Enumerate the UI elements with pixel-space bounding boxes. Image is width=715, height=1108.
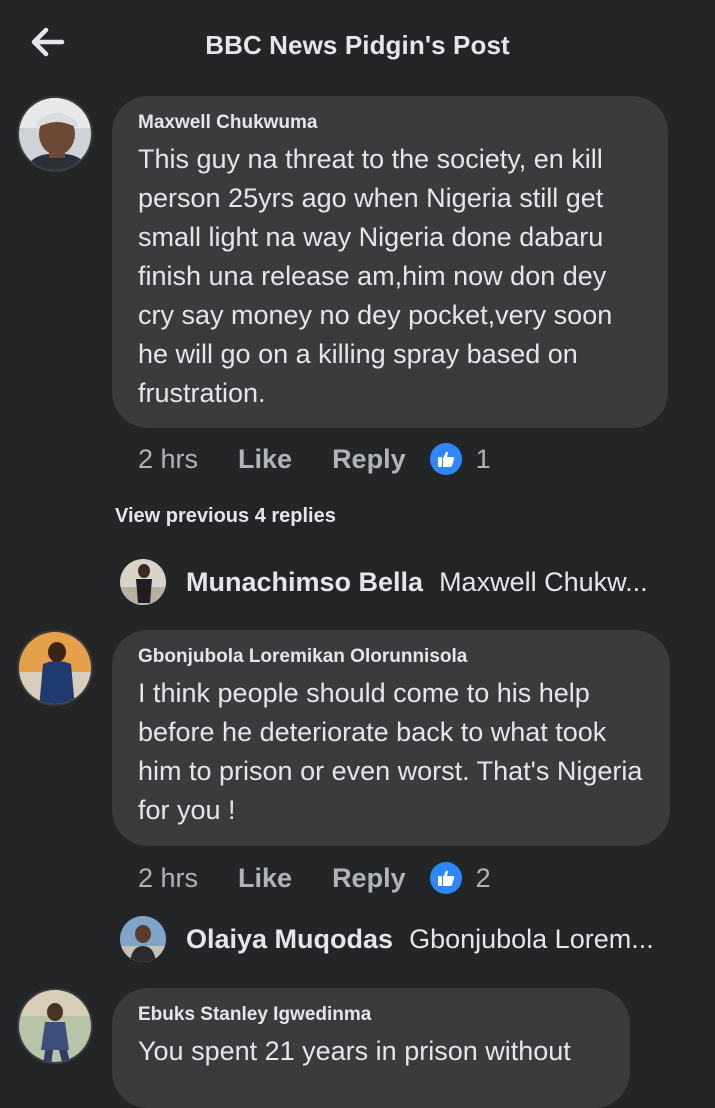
- avatar-image: [120, 559, 166, 605]
- reaction-count[interactable]: 1: [476, 444, 491, 475]
- comment-author[interactable]: Maxwell Chukwuma: [138, 112, 642, 134]
- comment-text: You spent 21 years in prison without: [138, 1036, 571, 1066]
- reply-preview[interactable]: Munachimso Bella Maxwell Chukw...: [120, 558, 648, 606]
- comment-bubble: Ebuks Stanley Igwedinma You spent 21 yea…: [112, 988, 630, 1108]
- avatar-image: [19, 632, 91, 704]
- comment-author[interactable]: Ebuks Stanley Igwedinma: [138, 1004, 604, 1026]
- reaction-count[interactable]: 2: [476, 863, 491, 894]
- thumbs-up-icon[interactable]: [429, 443, 462, 475]
- reply-author[interactable]: Munachimso Bella: [186, 567, 423, 598]
- comment-time[interactable]: 2 hrs: [138, 444, 198, 475]
- avatar-image: [19, 98, 91, 170]
- comment-bubble: Maxwell Chukwuma This guy na threat to t…: [112, 96, 668, 428]
- page-title: BBC News Pidgin's Post: [205, 30, 510, 60]
- avatar[interactable]: [17, 630, 93, 706]
- avatar-image: [120, 916, 166, 962]
- avatar[interactable]: [120, 916, 166, 962]
- comment-time[interactable]: 2 hrs: [138, 863, 198, 894]
- comment-actions: 2 hrs Like Reply 1: [138, 441, 491, 477]
- avatar-image: [19, 990, 91, 1062]
- reply-author[interactable]: Olaiya Muqodas: [186, 924, 393, 955]
- view-previous-replies-link[interactable]: View previous 4 replies: [115, 505, 336, 528]
- like-button[interactable]: Like: [238, 444, 292, 475]
- reply-button[interactable]: Reply: [332, 444, 406, 475]
- like-button[interactable]: Like: [238, 863, 292, 894]
- thumbs-up-icon[interactable]: [429, 862, 462, 894]
- comment-author[interactable]: Gbonjubola Loremikan Olorunnisola: [138, 646, 644, 668]
- avatar[interactable]: [120, 559, 166, 605]
- reply-text: Gbonjubola Lorem...: [409, 923, 654, 954]
- comment-text: I think people should come to his help b…: [138, 678, 643, 825]
- comment-actions: 2 hrs Like Reply 2: [138, 860, 491, 896]
- reply-button[interactable]: Reply: [332, 863, 406, 894]
- avatar[interactable]: [17, 988, 93, 1064]
- comment-text: This guy na threat to the society, en ki…: [138, 144, 613, 408]
- reply-preview[interactable]: Olaiya Muqodas Gbonjubola Lorem...: [120, 915, 654, 963]
- avatar[interactable]: [17, 96, 93, 172]
- reply-text: Maxwell Chukw...: [439, 566, 648, 597]
- header: BBC News Pidgin's Post: [0, 0, 715, 92]
- comment-bubble: Gbonjubola Loremikan Olorunnisola I thin…: [112, 630, 670, 846]
